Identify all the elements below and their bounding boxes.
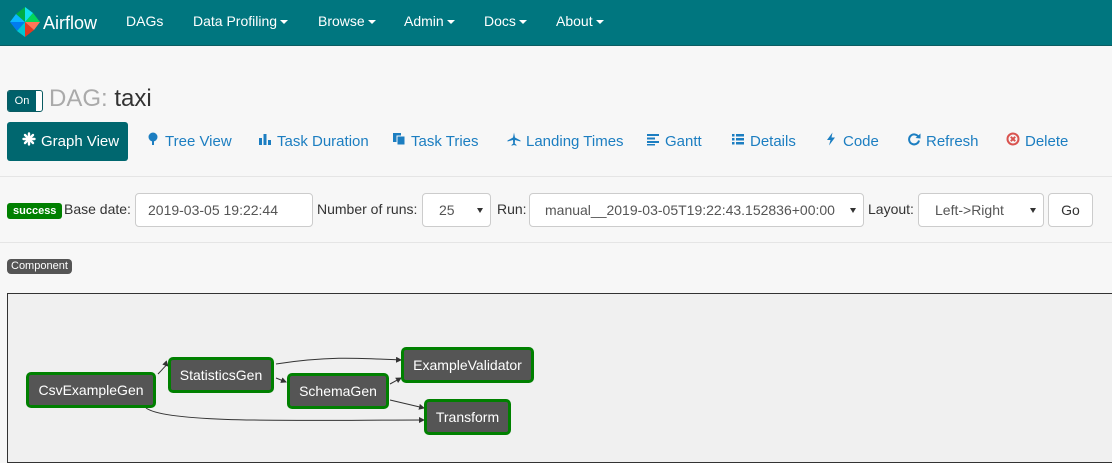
tab-code[interactable]: Code bbox=[824, 122, 879, 161]
pinwheel-logo-icon bbox=[8, 5, 42, 42]
chevron-down-icon bbox=[477, 208, 483, 213]
tab-details-label: Details bbox=[750, 133, 796, 150]
edge-schema-transform bbox=[389, 399, 425, 410]
run-select[interactable]: manual__2019-03-05T19:22:43.152836+00:00 bbox=[529, 193, 864, 227]
nav-data-profiling-label: Data Profiling bbox=[193, 13, 278, 29]
nav-admin-label: Admin bbox=[404, 13, 444, 29]
nav-dags[interactable]: DAGs bbox=[126, 13, 163, 29]
graph-node[interactable]: ExampleValidator bbox=[401, 347, 534, 383]
tab-graph-view[interactable]: Graph View bbox=[7, 122, 128, 161]
tab-landing-times[interactable]: Landing Times bbox=[507, 122, 624, 161]
layout-value: Left->Right bbox=[935, 202, 1004, 218]
tree-icon bbox=[146, 122, 160, 161]
dag-pause-toggle[interactable]: On bbox=[7, 90, 43, 112]
nav-browse-label: Browse bbox=[318, 13, 365, 29]
edge-stats-validator bbox=[275, 356, 402, 365]
toggle-on-label: On bbox=[8, 91, 36, 111]
nav-about-label: About bbox=[556, 13, 593, 29]
dag-graph-canvas[interactable]: CsvExampleGen StatisticsGen SchemaGen Ex… bbox=[7, 293, 1112, 463]
edge-csv-transform bbox=[145, 407, 425, 424]
num-runs-label: Number of runs: bbox=[317, 201, 418, 217]
tab-tree-view-label: Tree View bbox=[165, 133, 232, 150]
edge-stats-schema bbox=[275, 377, 287, 383]
run-label: Run: bbox=[497, 201, 527, 217]
tab-refresh[interactable]: Refresh bbox=[907, 122, 979, 161]
align-left-icon bbox=[646, 122, 660, 161]
base-date-label: Base date: bbox=[64, 201, 131, 217]
nav-browse[interactable]: Browse bbox=[318, 13, 376, 29]
nav-admin[interactable]: Admin bbox=[404, 13, 455, 29]
nav-dags-label: DAGs bbox=[126, 13, 164, 29]
refresh-icon bbox=[907, 122, 921, 161]
tab-task-duration-label: Task Duration bbox=[277, 133, 369, 150]
state-badge: success bbox=[7, 203, 63, 219]
caret-down-icon bbox=[446, 20, 455, 25]
graph-node[interactable]: CsvExampleGen bbox=[26, 372, 156, 408]
bar-chart-icon bbox=[258, 122, 272, 161]
legend-component: Component bbox=[7, 259, 72, 274]
tab-graph-view-label: Graph View bbox=[41, 133, 120, 150]
base-date-input[interactable]: 2019-03-05 19:22:44 bbox=[135, 193, 313, 227]
divider bbox=[0, 176, 1112, 177]
list-icon bbox=[731, 122, 745, 161]
tab-gantt-label: Gantt bbox=[665, 133, 702, 150]
nav-docs[interactable]: Docs bbox=[484, 13, 527, 29]
chevron-down-icon bbox=[850, 208, 856, 213]
page-title: DAG: taxi bbox=[49, 85, 152, 113]
caret-down-icon bbox=[518, 20, 527, 25]
remove-circle-icon bbox=[1006, 122, 1020, 161]
go-button[interactable]: Go bbox=[1048, 193, 1093, 227]
tab-tree-view[interactable]: Tree View bbox=[146, 122, 232, 161]
tab-delete-label: Delete bbox=[1025, 133, 1069, 150]
tab-task-tries-label: Task Tries bbox=[411, 133, 479, 150]
graph-node[interactable]: SchemaGen bbox=[287, 373, 389, 409]
asterisk-icon bbox=[22, 122, 36, 161]
nav-docs-label: Docs bbox=[484, 13, 516, 29]
duplicate-icon bbox=[392, 122, 406, 161]
tab-refresh-label: Refresh bbox=[926, 133, 979, 150]
chevron-down-icon bbox=[1030, 208, 1036, 213]
num-runs-value: 25 bbox=[439, 202, 455, 218]
divider bbox=[0, 242, 1112, 243]
tab-details[interactable]: Details bbox=[731, 122, 796, 161]
tab-landing-times-label: Landing Times bbox=[526, 133, 624, 150]
nav-data-profiling[interactable]: Data Profiling bbox=[193, 13, 289, 29]
dag-id: taxi bbox=[114, 85, 152, 112]
tab-code-label: Code bbox=[843, 133, 879, 150]
caret-down-icon bbox=[280, 20, 289, 25]
tab-delete[interactable]: Delete bbox=[1006, 122, 1068, 161]
nav-about[interactable]: About bbox=[556, 13, 604, 29]
tab-task-duration[interactable]: Task Duration bbox=[258, 122, 369, 161]
caret-down-icon bbox=[595, 20, 604, 25]
edge-schema-validator bbox=[389, 377, 402, 385]
brand-link[interactable]: Airflow bbox=[8, 5, 97, 41]
dag-prefix: DAG: bbox=[49, 85, 108, 112]
graph-node[interactable]: Transform bbox=[424, 399, 511, 435]
caret-down-icon bbox=[367, 20, 376, 25]
flash-icon bbox=[824, 122, 838, 161]
layout-select[interactable]: Left->Right bbox=[918, 193, 1044, 227]
layout-label: Layout: bbox=[868, 201, 914, 217]
tab-task-tries[interactable]: Task Tries bbox=[392, 122, 479, 161]
tab-gantt[interactable]: Gantt bbox=[646, 122, 702, 161]
run-value: manual__2019-03-05T19:22:43.152836+00:00 bbox=[545, 202, 835, 218]
edge-csv-stats bbox=[157, 360, 169, 375]
plane-icon bbox=[507, 122, 521, 161]
brand-name: Airflow bbox=[43, 12, 98, 33]
top-navbar: Airflow DAGs Data Profiling Browse Admin… bbox=[0, 0, 1112, 46]
num-runs-select[interactable]: 25 bbox=[422, 193, 491, 227]
graph-node[interactable]: StatisticsGen bbox=[168, 357, 274, 393]
